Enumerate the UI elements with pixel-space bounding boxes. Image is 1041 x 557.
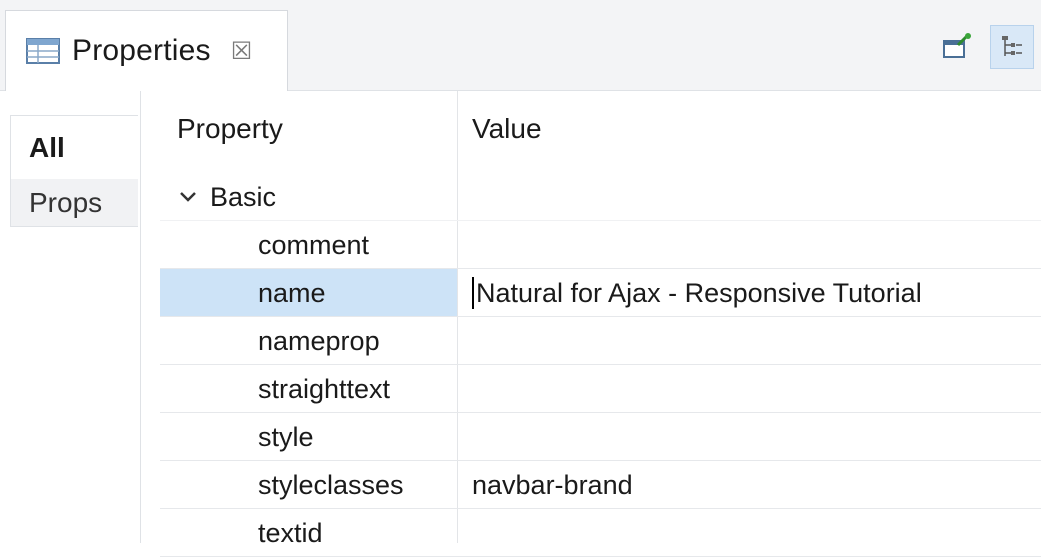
close-icon[interactable]: ☒ — [231, 37, 253, 66]
view-title: Properties — [72, 34, 211, 67]
properties-table: Property Value Basic comment name Natura… — [160, 91, 1041, 557]
tree-view-icon[interactable] — [990, 25, 1034, 69]
property-name: straighttext — [258, 374, 391, 404]
chevron-down-icon[interactable] — [178, 187, 198, 207]
properties-view-tab[interactable]: Properties ☒ — [5, 10, 288, 91]
table-row[interactable]: comment — [160, 221, 1041, 269]
property-name: styleclasses — [258, 470, 404, 500]
properties-table-icon — [26, 38, 60, 64]
property-value-text: Natural for Ajax - Responsive Tutorial — [476, 278, 922, 308]
pin-icon[interactable] — [935, 25, 979, 69]
property-name: comment — [258, 230, 370, 260]
category-tabs: All Props — [0, 91, 141, 543]
column-header-value[interactable]: Value — [472, 113, 542, 145]
column-header-property[interactable]: Property — [177, 113, 283, 145]
property-name: style — [258, 422, 314, 452]
table-row[interactable]: style — [160, 413, 1041, 461]
view-title-bar: Properties ☒ — [0, 0, 1041, 91]
table-row[interactable]: straighttext — [160, 365, 1041, 413]
text-caret — [472, 276, 474, 309]
property-value-editor[interactable]: Natural for Ajax - Responsive Tutorial — [472, 269, 922, 317]
category-row-basic[interactable]: Basic — [160, 173, 1041, 221]
tab-all[interactable]: All — [10, 115, 138, 179]
category-label: Basic — [210, 182, 277, 212]
table-row[interactable]: styleclasses navbar-brand — [160, 461, 1041, 509]
table-row[interactable]: textid — [160, 509, 1041, 557]
table-header: Property Value — [160, 91, 1041, 173]
property-name: nameprop — [258, 326, 380, 356]
property-value[interactable]: navbar-brand — [472, 461, 633, 509]
tab-props[interactable]: Props — [10, 179, 138, 227]
table-row[interactable]: nameprop — [160, 317, 1041, 365]
table-row-selected[interactable]: name Natural for Ajax - Responsive Tutor… — [160, 269, 1041, 317]
property-name: name — [258, 278, 326, 308]
property-name: textid — [258, 518, 323, 548]
